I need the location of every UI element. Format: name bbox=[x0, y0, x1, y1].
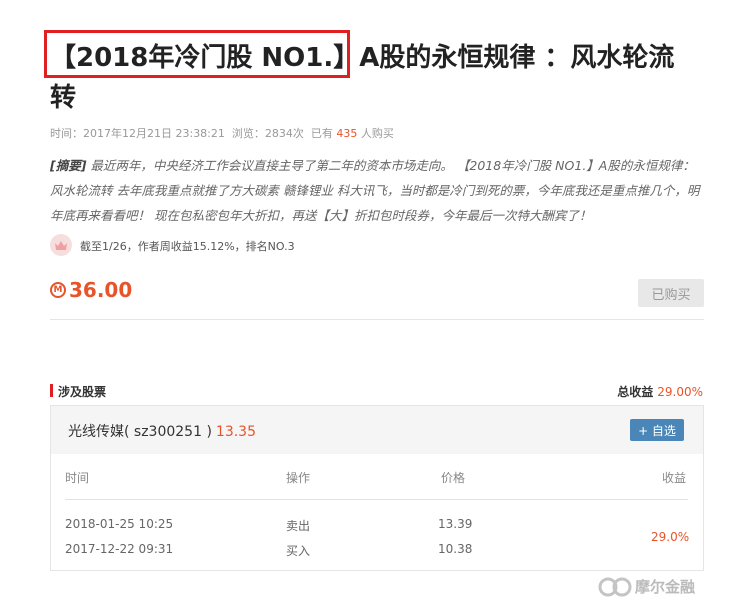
article-meta: 时间：2017年12月21日 23:38:21 浏览：2834次 已有 435 … bbox=[50, 125, 394, 141]
row2-action: 买入 bbox=[286, 544, 311, 558]
stock-name-row: 光线传媒( sz300251 ) 13.35 bbox=[68, 421, 256, 441]
price: 36.00 bbox=[69, 278, 133, 302]
row2-price: 10.38 bbox=[438, 542, 473, 556]
total-return-value: 29.00% bbox=[657, 385, 703, 399]
summary-tag: [摘要] bbox=[50, 158, 87, 173]
meta-buyers-prefix: 已有 bbox=[310, 127, 333, 140]
col-header-time: 时间 bbox=[65, 471, 90, 485]
currency-icon: M bbox=[50, 282, 66, 298]
section-title: 涉及股票 bbox=[58, 385, 107, 399]
row1-time: 2018-01-25 10:25 bbox=[65, 517, 174, 531]
price-row: M 36.00 bbox=[50, 278, 132, 302]
col-header-return: 收益 bbox=[662, 471, 687, 485]
meta-buyers-count: 435 bbox=[336, 127, 358, 140]
watermark: 摩尔金融 bbox=[598, 576, 695, 597]
row1-action: 卖出 bbox=[286, 519, 311, 533]
crown-icon bbox=[50, 234, 72, 256]
row1-price: 13.39 bbox=[438, 517, 473, 531]
meta-time-label: 时间： bbox=[50, 127, 83, 140]
meta-views-label: 浏览： bbox=[231, 127, 265, 140]
section-marker bbox=[50, 384, 53, 397]
table-divider bbox=[65, 499, 688, 500]
author-stats: 截至1/26，作者周收益15.12%，排名NO.3 bbox=[80, 240, 295, 253]
trade-return: 29.0% bbox=[651, 530, 690, 544]
total-return: 总收益 29.00% bbox=[617, 383, 703, 400]
col-header-price: 价格 bbox=[441, 471, 466, 485]
meta-views: 2834次 bbox=[264, 127, 304, 140]
add-watchlist-button[interactable]: + 自选 bbox=[630, 419, 684, 441]
meta-time: 2017年12月21日 23:38:21 bbox=[83, 127, 225, 140]
meta-buyers-suffix: 人购买 bbox=[360, 127, 394, 140]
watermark-text: 摩尔金融 bbox=[635, 578, 696, 596]
bought-button[interactable]: 已购买 bbox=[638, 279, 704, 307]
highlight-box bbox=[44, 30, 350, 78]
divider bbox=[50, 319, 704, 320]
row2-time: 2017-12-22 09:31 bbox=[65, 542, 174, 556]
article-summary: [摘要] 最近两年，中央经济工作会议直接主导了第二年的资本市场走向。 【2018… bbox=[50, 153, 705, 228]
stock-name[interactable]: 光线传媒( sz300251 ) bbox=[68, 424, 212, 440]
total-return-label: 总收益 bbox=[617, 385, 654, 399]
stock-price: 13.35 bbox=[215, 424, 257, 440]
summary-text: 最近两年，中央经济工作会议直接主导了第二年的资本市场走向。 【2018年冷门股 … bbox=[50, 158, 700, 223]
watermark-logo-icon bbox=[598, 577, 632, 596]
col-header-action: 操作 bbox=[286, 471, 311, 485]
